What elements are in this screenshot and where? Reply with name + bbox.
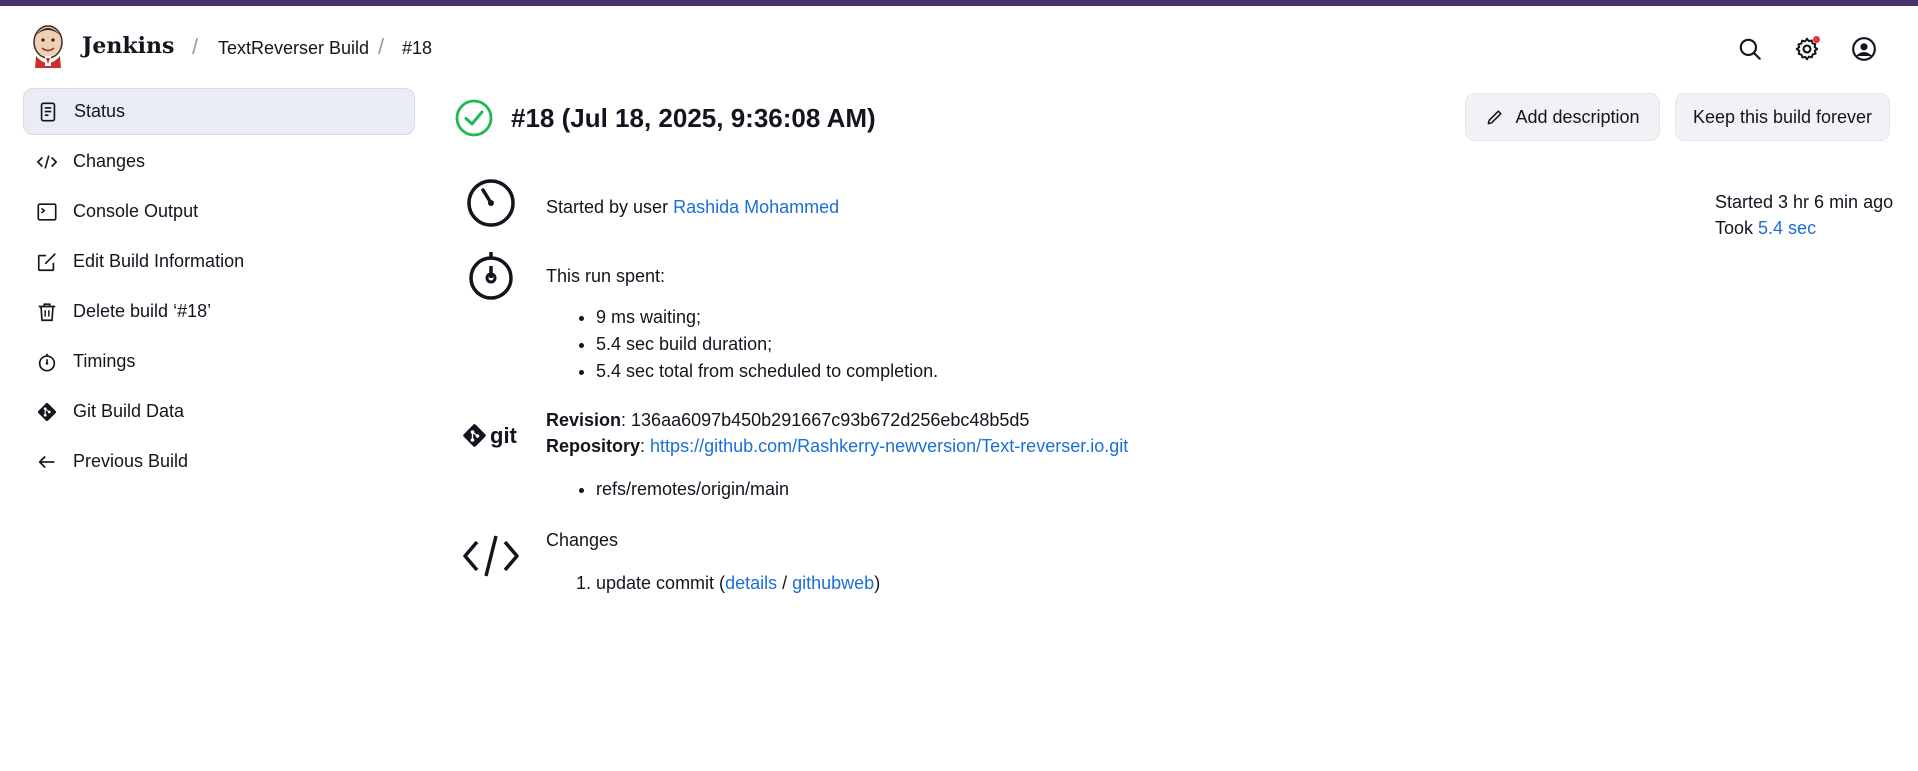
notification-dot bbox=[1813, 36, 1820, 43]
sidebar-item-label: Delete build ‘#18’ bbox=[73, 301, 212, 321]
terminal-icon bbox=[35, 200, 59, 224]
git-icon bbox=[35, 400, 59, 424]
add-description-label: Add description bbox=[1515, 106, 1640, 127]
changes-list: update commit (details / githubweb) bbox=[546, 570, 880, 597]
keep-build-forever-button[interactable]: Keep this build forever bbox=[1675, 93, 1890, 141]
svg-text:git: git bbox=[490, 423, 518, 448]
run-spent-list: 9 ms waiting; 5.4 sec build duration; 5.… bbox=[546, 304, 938, 385]
revision-label: Revision bbox=[546, 410, 622, 430]
clock-icon bbox=[467, 179, 515, 227]
changes-label: Changes bbox=[546, 530, 619, 550]
change-details-link[interactable]: details bbox=[725, 573, 777, 593]
list-item: 5.4 sec total from scheduled to completi… bbox=[596, 358, 938, 385]
repository-label: Repository bbox=[546, 436, 641, 456]
took-prefix: Took bbox=[1715, 218, 1759, 238]
refs-list: refs/remotes/origin/main bbox=[546, 476, 789, 503]
edit-icon bbox=[35, 250, 59, 274]
sidebar-item-changes[interactable]: Changes bbox=[23, 138, 415, 185]
sidebar-item-label: Timings bbox=[73, 351, 136, 371]
user-account-button[interactable] bbox=[1847, 32, 1881, 66]
trash-icon bbox=[35, 300, 59, 324]
sidebar-item-label: Edit Build Information bbox=[73, 251, 245, 271]
sidebar-item-label: Status bbox=[74, 101, 126, 121]
sidebar-item-label: Console Output bbox=[73, 201, 199, 221]
document-icon bbox=[36, 100, 60, 124]
sidebar-item-previous-build[interactable]: Previous Build bbox=[23, 438, 415, 485]
list-item: 9 ms waiting; bbox=[596, 304, 938, 331]
run-spent-label: This run spent: bbox=[546, 266, 666, 286]
code-icon bbox=[35, 150, 59, 174]
build-timing-info: Started 3 hr 6 min ago Took 5.4 sec bbox=[1715, 189, 1893, 241]
settings-button[interactable] bbox=[1790, 32, 1824, 66]
took-duration-link[interactable]: 5.4 sec bbox=[1758, 218, 1816, 238]
search-icon bbox=[1739, 38, 1761, 60]
change-githubweb-link[interactable]: githubweb bbox=[792, 573, 874, 593]
sidebar-item-delete-build[interactable]: Delete build ‘#18’ bbox=[23, 288, 415, 335]
list-item: update commit (details / githubweb) bbox=[596, 570, 880, 597]
code-icon bbox=[463, 535, 519, 577]
pencil-icon bbox=[1488, 110, 1503, 125]
started-by-text: Started by user Rashida Mohammed bbox=[546, 194, 839, 220]
user-icon bbox=[1852, 37, 1876, 61]
started-ago: Started 3 hr 6 min ago bbox=[1715, 192, 1894, 212]
list-item: 5.4 sec build duration; bbox=[596, 331, 938, 358]
git-revision: Revision: 136aa6097b450b291667c93b672d25… bbox=[546, 407, 1029, 433]
sidebar-item-label: Changes bbox=[73, 151, 146, 171]
arrow-left-icon bbox=[35, 450, 59, 474]
jenkins-logo-icon[interactable] bbox=[30, 22, 66, 68]
change-separator: / bbox=[777, 573, 793, 593]
brand-name[interactable]: Jenkins bbox=[82, 33, 174, 59]
breadcrumb-separator: / bbox=[192, 34, 199, 59]
page-title: #18 (Jul 18, 2025, 9:36:08 AM) bbox=[511, 102, 876, 133]
repository-separator: : bbox=[640, 436, 651, 456]
change-close: ) bbox=[874, 573, 881, 593]
stopwatch-icon bbox=[469, 252, 513, 300]
revision-value: : 136aa6097b450b291667c93b672d256ebc48b5… bbox=[621, 410, 1030, 430]
add-description-button[interactable]: Add description bbox=[1465, 93, 1660, 141]
sidebar: Status Changes Console Output Edit Build… bbox=[23, 88, 415, 488]
stopwatch-icon bbox=[35, 350, 59, 374]
sidebar-item-timings[interactable]: Timings bbox=[23, 338, 415, 385]
sidebar-item-console-output[interactable]: Console Output bbox=[23, 188, 415, 235]
started-by-prefix: Started by user bbox=[546, 197, 674, 217]
sidebar-item-status[interactable]: Status bbox=[23, 88, 415, 135]
started-by-user-link[interactable]: Rashida Mohammed bbox=[673, 197, 839, 217]
breadcrumb-job[interactable]: TextReverser Build bbox=[218, 38, 369, 59]
sidebar-item-git-build-data[interactable]: Git Build Data bbox=[23, 388, 415, 435]
sidebar-item-label: Git Build Data bbox=[73, 401, 185, 421]
took-line: Took 5.4 sec bbox=[1715, 215, 1893, 241]
page-header: Jenkins / TextReverser Build / #18 bbox=[0, 6, 1918, 86]
change-message: update commit ( bbox=[596, 573, 726, 593]
success-check-icon bbox=[455, 99, 493, 137]
breadcrumb-build[interactable]: #18 bbox=[402, 38, 432, 59]
sidebar-item-label: Previous Build bbox=[73, 451, 189, 471]
keep-build-forever-label: Keep this build forever bbox=[1692, 106, 1873, 127]
repository-link[interactable]: https://github.com/Rashkerry-newversion/… bbox=[650, 436, 1128, 456]
git-repository: Repository: https://github.com/Rashkerry… bbox=[546, 433, 1128, 459]
git-logo-icon: git bbox=[463, 423, 518, 448]
search-button[interactable] bbox=[1733, 32, 1767, 66]
build-title-row: #18 (Jul 18, 2025, 9:36:08 AM) bbox=[455, 98, 876, 138]
breadcrumb-separator: / bbox=[378, 34, 385, 59]
list-item: refs/remotes/origin/main bbox=[596, 476, 789, 503]
sidebar-item-edit-build-information[interactable]: Edit Build Information bbox=[23, 238, 415, 285]
